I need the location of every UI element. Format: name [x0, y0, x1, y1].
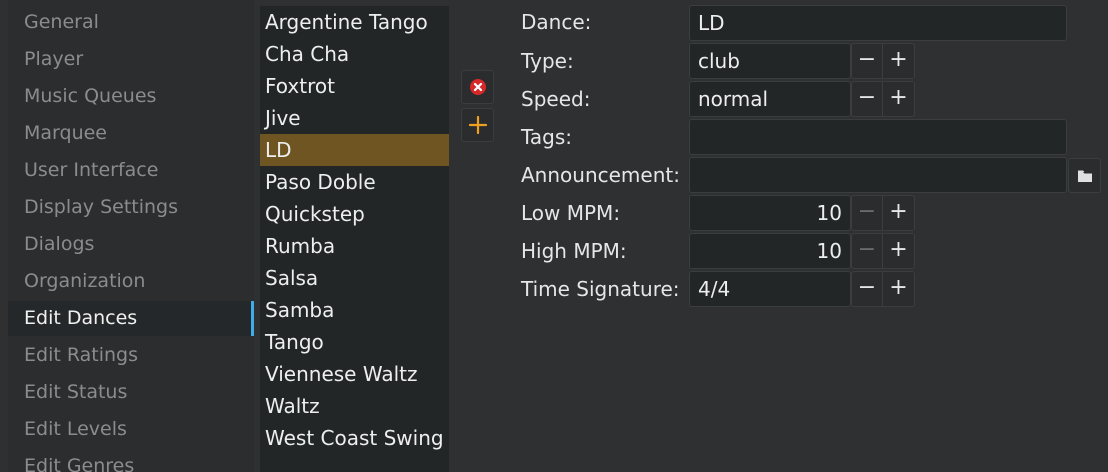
- nav-item-display-settings[interactable]: Display Settings: [8, 190, 254, 225]
- speed-label: Speed:: [521, 87, 591, 111]
- high-mpm-increment-button[interactable]: +: [883, 233, 915, 269]
- folder-icon: [1077, 170, 1092, 182]
- browse-announcement-button[interactable]: [1068, 158, 1101, 193]
- settings-nav: General Player Music Queues Marquee User…: [8, 0, 254, 472]
- high-mpm-label: High MPM:: [521, 239, 627, 263]
- high-mpm-field[interactable]: 10: [689, 233, 851, 269]
- list-item[interactable]: Waltz: [260, 390, 449, 422]
- list-item[interactable]: Argentine Tango: [260, 6, 449, 38]
- nav-item-organization[interactable]: Organization: [8, 264, 254, 299]
- nav-item-dialogs[interactable]: Dialogs: [8, 227, 254, 262]
- nav-item-user-interface[interactable]: User Interface: [8, 153, 254, 188]
- list-item[interactable]: Cha Cha: [260, 38, 449, 70]
- low-mpm-decrement-button[interactable]: −: [851, 195, 883, 231]
- list-item[interactable]: Jive: [260, 102, 449, 134]
- speed-field[interactable]: normal: [689, 81, 851, 117]
- list-item[interactable]: Salsa: [260, 262, 449, 294]
- nav-item-player[interactable]: Player: [8, 42, 254, 77]
- type-field[interactable]: club: [689, 43, 851, 79]
- type-label: Type:: [521, 49, 574, 73]
- nav-item-edit-dances[interactable]: Edit Dances: [8, 301, 254, 336]
- dance-label: Dance:: [521, 10, 592, 34]
- time-signature-label: Time Signature:: [521, 277, 680, 301]
- add-dance-button[interactable]: [461, 108, 494, 142]
- time-signature-decrement-button[interactable]: −: [851, 271, 883, 307]
- plus-icon: [468, 115, 487, 135]
- tags-label: Tags:: [521, 125, 573, 149]
- list-item-selected[interactable]: LD: [260, 134, 449, 166]
- time-signature-increment-button[interactable]: +: [883, 271, 915, 307]
- low-mpm-increment-button[interactable]: +: [883, 195, 915, 231]
- dance-name-field[interactable]: LD: [689, 5, 1067, 41]
- nav-item-edit-levels[interactable]: Edit Levels: [8, 412, 254, 447]
- nav-item-music-queues[interactable]: Music Queues: [8, 79, 254, 114]
- list-item[interactable]: Tango: [260, 326, 449, 358]
- nav-item-edit-status[interactable]: Edit Status: [8, 375, 254, 410]
- nav-item-edit-genres[interactable]: Edit Genres: [8, 449, 254, 472]
- tags-field[interactable]: [689, 119, 1067, 155]
- announcement-field[interactable]: [689, 157, 1067, 193]
- list-item[interactable]: Paso Doble: [260, 166, 449, 198]
- list-item[interactable]: Rumba: [260, 230, 449, 262]
- delete-dance-button[interactable]: [461, 70, 494, 104]
- list-item[interactable]: Foxtrot: [260, 70, 449, 102]
- type-increment-button[interactable]: +: [883, 43, 915, 79]
- list-item[interactable]: Samba: [260, 294, 449, 326]
- dance-list[interactable]: Argentine Tango Cha Cha Foxtrot Jive LD …: [260, 6, 449, 472]
- low-mpm-field[interactable]: 10: [689, 195, 851, 231]
- nav-item-marquee[interactable]: Marquee: [8, 116, 254, 151]
- list-item[interactable]: West Coast Swing: [260, 422, 449, 454]
- type-decrement-button[interactable]: −: [851, 43, 883, 79]
- high-mpm-decrement-button[interactable]: −: [851, 233, 883, 269]
- speed-increment-button[interactable]: +: [883, 81, 915, 117]
- announcement-label: Announcement:: [521, 163, 680, 187]
- list-item[interactable]: Quickstep: [260, 198, 449, 230]
- nav-item-general[interactable]: General: [8, 5, 254, 40]
- nav-item-edit-ratings[interactable]: Edit Ratings: [8, 338, 254, 373]
- speed-decrement-button[interactable]: −: [851, 81, 883, 117]
- list-item[interactable]: Viennese Waltz: [260, 358, 449, 390]
- low-mpm-label: Low MPM:: [521, 201, 621, 225]
- time-signature-field[interactable]: 4/4: [689, 271, 851, 307]
- delete-circle-icon: [469, 79, 486, 95]
